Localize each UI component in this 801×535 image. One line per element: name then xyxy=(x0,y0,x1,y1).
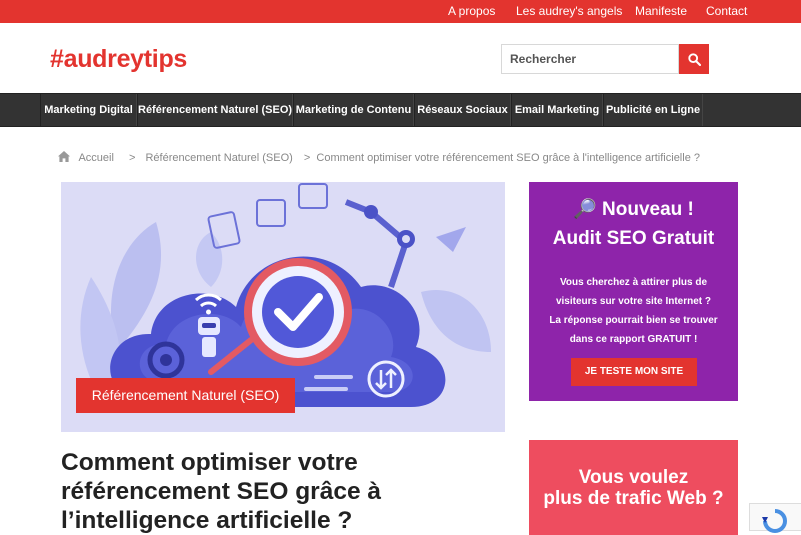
article-title: Comment optimiser votre référencement SE… xyxy=(61,449,382,534)
breadcrumb-separator: > xyxy=(303,152,311,164)
recaptcha-badge[interactable] xyxy=(749,503,801,533)
breadcrumb-home[interactable]: Accueil xyxy=(78,152,113,164)
nav-publicite-en-ligne[interactable]: Publicité en Ligne xyxy=(603,94,703,126)
promo-traffic-line1: Vous voulez xyxy=(578,467,689,488)
search-input[interactable] xyxy=(501,44,679,74)
nav-email-marketing[interactable]: Email Marketing xyxy=(511,94,603,126)
breadcrumb-separator: > xyxy=(128,152,136,164)
breadcrumb-current: Comment optimiser votre référencement SE… xyxy=(316,152,700,164)
nav-referencement-naturel[interactable]: Référencement Naturel (SEO) xyxy=(137,94,293,126)
link-contact[interactable]: Contact xyxy=(706,4,747,18)
recaptcha-icon xyxy=(762,509,787,533)
site-header: #audreytips xyxy=(0,23,801,93)
test-site-button[interactable]: JE TESTE MON SITE xyxy=(571,358,697,386)
home-icon[interactable] xyxy=(58,151,70,165)
link-a-propos[interactable]: A propos xyxy=(448,4,495,18)
promo-audit-heading: Audit SEO Gratuit xyxy=(552,228,715,249)
main-nav: Marketing Digital Référencement Naturel … xyxy=(0,93,801,127)
traffic-promo-box[interactable]: Vous voulez plus de trafic Web ? xyxy=(529,440,738,535)
top-utility-bar: A propos Les audrey's angels Manifeste C… xyxy=(0,0,801,23)
audit-promo-box: 🔎 Nouveau ! Audit SEO Gratuit Vous cherc… xyxy=(529,182,738,401)
link-audreys-angels[interactable]: Les audrey's angels xyxy=(516,4,622,18)
link-manifeste[interactable]: Manifeste xyxy=(635,4,687,18)
search-icon xyxy=(687,52,701,66)
nav-marketing-de-contenu[interactable]: Marketing de Contenu xyxy=(293,94,414,126)
promo-traffic-line2: plus de trafic Web ? xyxy=(543,488,724,509)
breadcrumb-category[interactable]: Référencement Naturel (SEO) xyxy=(145,152,292,164)
category-badge[interactable]: Référencement Naturel (SEO) xyxy=(76,378,295,413)
nav-marketing-digital[interactable]: Marketing Digital xyxy=(40,94,137,126)
site-logo[interactable]: #audreytips xyxy=(50,45,187,74)
search-button[interactable] xyxy=(679,44,709,74)
nav-reseaux-sociaux[interactable]: Réseaux Sociaux xyxy=(414,94,511,126)
promo-new-label: 🔎 Nouveau ! xyxy=(573,199,694,220)
promo-audit-text: Vous cherchez à attirer plus de visiteur… xyxy=(549,277,718,345)
breadcrumb: Accueil > Référencement Naturel (SEO) > … xyxy=(58,151,705,165)
